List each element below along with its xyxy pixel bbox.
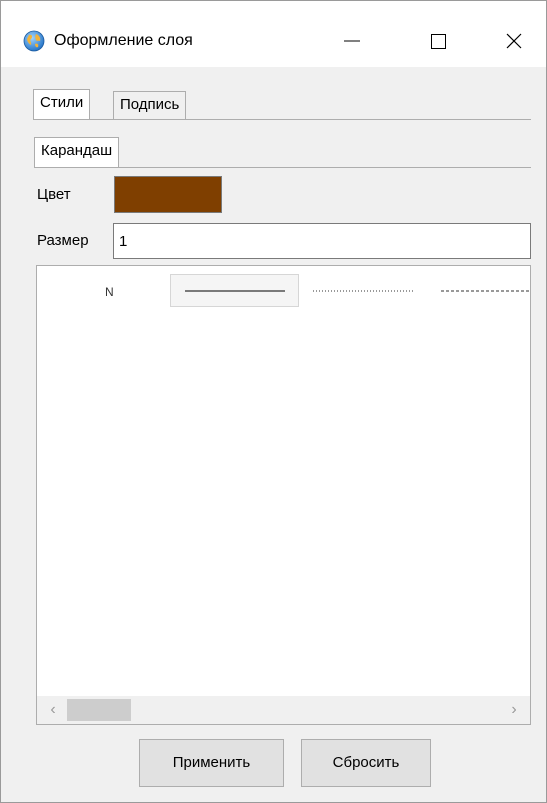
minimize-icon: [344, 40, 360, 42]
style-dashed[interactable]: [433, 274, 530, 307]
tab-caption[interactable]: Подпись: [113, 91, 187, 119]
style-solid[interactable]: [170, 274, 299, 307]
color-label: Цвет: [37, 186, 71, 203]
window-title: Оформление слоя: [54, 32, 193, 49]
tab-styles[interactable]: Стили: [33, 89, 91, 119]
tab-pencil[interactable]: Карандаш: [34, 137, 120, 167]
apply-button[interactable]: Применить: [139, 739, 284, 787]
scroll-left-icon[interactable]: ‹: [39, 696, 67, 724]
horizontal-scrollbar[interactable]: ‹ ›: [37, 696, 530, 724]
maximize-button[interactable]: [415, 18, 461, 64]
globe-icon: [23, 30, 45, 52]
maximize-icon: [431, 34, 446, 49]
close-icon: [506, 33, 522, 49]
dotted-line-icon: [313, 290, 415, 292]
size-label: Размер: [37, 232, 89, 249]
size-input[interactable]: [113, 223, 531, 259]
solid-line-icon: [185, 290, 285, 292]
subtab-divider: [34, 167, 531, 168]
style-dotted[interactable]: [307, 274, 421, 307]
reset-button[interactable]: Сбросить: [301, 739, 431, 787]
style-row-label: N: [105, 285, 114, 299]
line-style-list[interactable]: N ‹ ›: [36, 265, 531, 725]
tab-divider: [33, 119, 531, 120]
dashed-line-icon: [441, 290, 530, 292]
layer-style-dialog: Оформление слоя Стили Подпись Карандаш Ц…: [0, 0, 547, 803]
close-button[interactable]: [491, 18, 537, 64]
title-bar[interactable]: Оформление слоя: [1, 1, 546, 67]
scroll-thumb[interactable]: [67, 699, 131, 721]
color-swatch[interactable]: [114, 176, 222, 213]
minimize-button[interactable]: [329, 18, 375, 64]
scroll-right-icon[interactable]: ›: [500, 696, 528, 724]
